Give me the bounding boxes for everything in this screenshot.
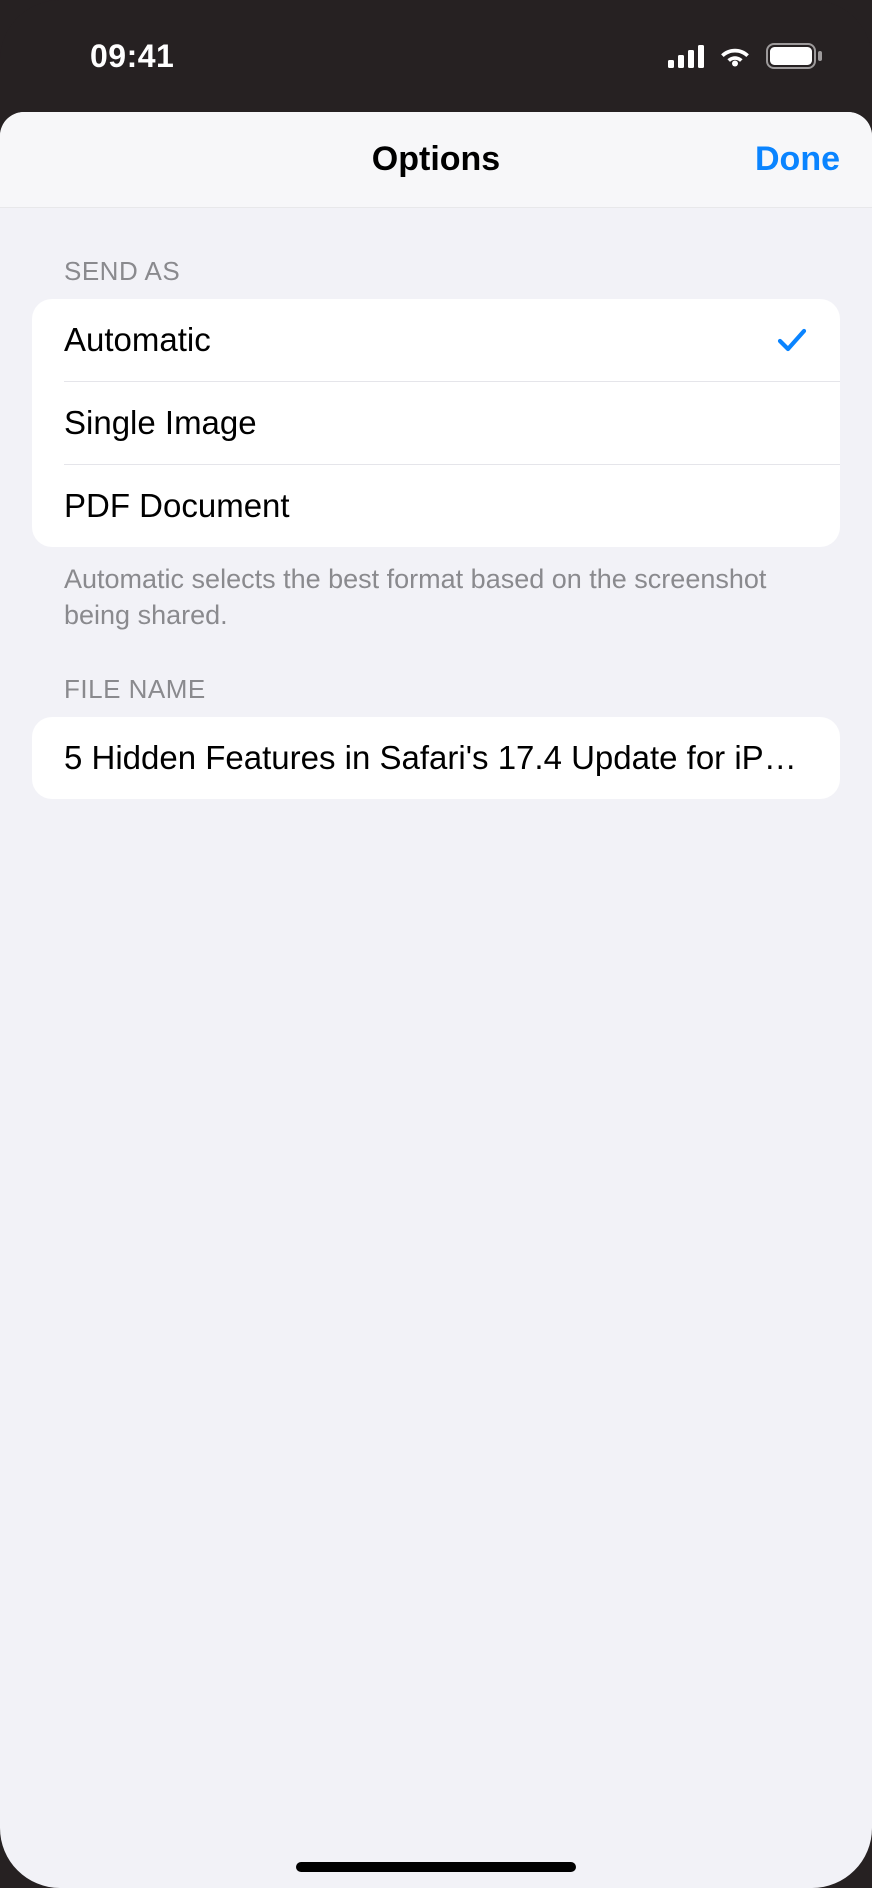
send-as-group: Automatic Single Image PDF Document bbox=[32, 299, 840, 547]
file-name-group: 5 Hidden Features in Safari's 17.4 Updat… bbox=[32, 717, 840, 799]
status-bar: 09:41 bbox=[0, 0, 872, 112]
send-as-option-pdf[interactable]: PDF Document bbox=[64, 464, 840, 547]
battery-icon bbox=[766, 43, 824, 69]
home-indicator[interactable] bbox=[296, 1862, 576, 1872]
file-name-row[interactable]: 5 Hidden Features in Safari's 17.4 Updat… bbox=[32, 717, 840, 799]
nav-title: Options bbox=[0, 112, 872, 207]
wifi-icon bbox=[718, 44, 752, 68]
status-indicators bbox=[668, 43, 824, 69]
send-as-option-automatic[interactable]: Automatic bbox=[32, 299, 840, 381]
file-name-value: 5 Hidden Features in Safari's 17.4 Updat… bbox=[64, 739, 810, 777]
done-button[interactable]: Done bbox=[755, 112, 840, 207]
content: SEND AS Automatic Single Image PDF Docum… bbox=[0, 256, 872, 799]
send-as-option-single-image[interactable]: Single Image bbox=[64, 381, 840, 464]
cellular-icon bbox=[668, 44, 704, 68]
options-sheet: Options Done SEND AS Automatic Single Im… bbox=[0, 112, 872, 1888]
status-time: 09:41 bbox=[90, 38, 174, 75]
nav-bar: Options Done bbox=[0, 112, 872, 208]
option-label: Automatic bbox=[64, 321, 774, 359]
file-name-header: FILE NAME bbox=[64, 674, 872, 705]
option-label: PDF Document bbox=[64, 487, 810, 525]
option-label: Single Image bbox=[64, 404, 810, 442]
checkmark-icon bbox=[774, 322, 810, 358]
send-as-footer: Automatic selects the best format based … bbox=[64, 561, 808, 634]
send-as-header: SEND AS bbox=[64, 256, 872, 287]
